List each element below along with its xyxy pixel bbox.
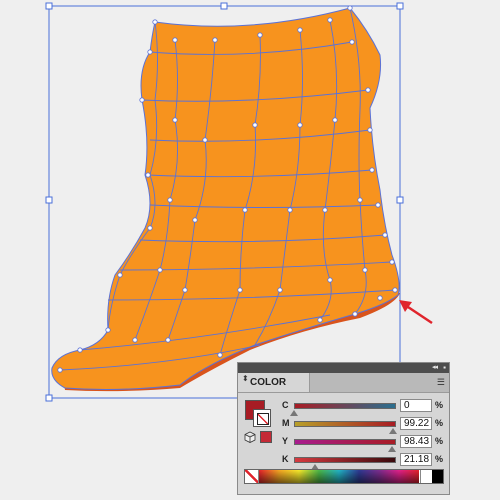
slider-value-input[interactable] xyxy=(400,453,432,466)
bbox-handle-tl[interactable] xyxy=(45,2,53,10)
panel-tab-row: ⬍ COLOR ☰ xyxy=(238,373,449,393)
slider-track[interactable] xyxy=(294,421,396,427)
slider-thumb[interactable] xyxy=(388,446,397,452)
tab-color[interactable]: ⬍ COLOR xyxy=(238,373,310,392)
slider-row-1: M% xyxy=(282,417,448,434)
tab-expand-arrows-icon: ⬍ xyxy=(242,374,249,383)
slider-label: K xyxy=(282,454,289,464)
slider-thumb[interactable] xyxy=(389,428,398,434)
slider-unit: % xyxy=(435,400,444,410)
black-chip[interactable] xyxy=(432,470,443,483)
slider-track[interactable] xyxy=(294,457,396,463)
slider-label: C xyxy=(282,400,289,410)
color-panel[interactable]: ◂◂ ▪ ⬍ COLOR ☰ C%M%Y%K% xyxy=(237,362,450,495)
bbox-handle-tr[interactable] xyxy=(396,2,404,10)
slider-value-input[interactable] xyxy=(400,399,432,412)
slider-label: M xyxy=(282,418,290,428)
out-of-gamut-cube-icon[interactable] xyxy=(244,431,256,443)
close-panel-icon[interactable]: ▪ xyxy=(443,363,446,373)
bbox-handle-mr[interactable] xyxy=(396,196,404,204)
slider-row-3: K% xyxy=(282,453,448,470)
pointer-arrow-icon xyxy=(399,300,433,325)
slider-row-2: Y% xyxy=(282,435,448,452)
slider-unit: % xyxy=(435,436,444,446)
gamut-warning-swatch[interactable] xyxy=(260,431,272,443)
tab-color-label: COLOR xyxy=(250,377,287,388)
boot-shape[interactable] xyxy=(51,7,400,390)
stroke-color-swatch[interactable] xyxy=(253,409,271,427)
slider-unit: % xyxy=(435,418,444,428)
panel-title-bar[interactable]: ◂◂ ▪ xyxy=(238,363,449,373)
white-chip[interactable] xyxy=(420,470,432,483)
slider-track[interactable] xyxy=(294,403,396,409)
slider-track[interactable] xyxy=(294,439,396,445)
collapse-panel-icon[interactable]: ◂◂ xyxy=(432,363,438,373)
color-spectrum-ramp[interactable] xyxy=(244,469,444,484)
bbox-handle-ml[interactable] xyxy=(45,196,53,204)
panel-menu-icon[interactable]: ☰ xyxy=(437,377,445,387)
slider-row-0: C% xyxy=(282,399,448,416)
slider-label: Y xyxy=(282,436,289,446)
slider-thumb[interactable] xyxy=(290,410,298,416)
slider-value-input[interactable] xyxy=(400,417,432,430)
none-color-icon[interactable] xyxy=(245,470,259,483)
slider-value-input[interactable] xyxy=(400,435,432,448)
stroke-none-icon xyxy=(257,413,269,425)
spectrum-shade xyxy=(259,470,419,483)
bbox-handle-bl[interactable] xyxy=(45,394,53,402)
bbox-handle-tm[interactable] xyxy=(220,2,228,10)
slider-unit: % xyxy=(435,454,444,464)
